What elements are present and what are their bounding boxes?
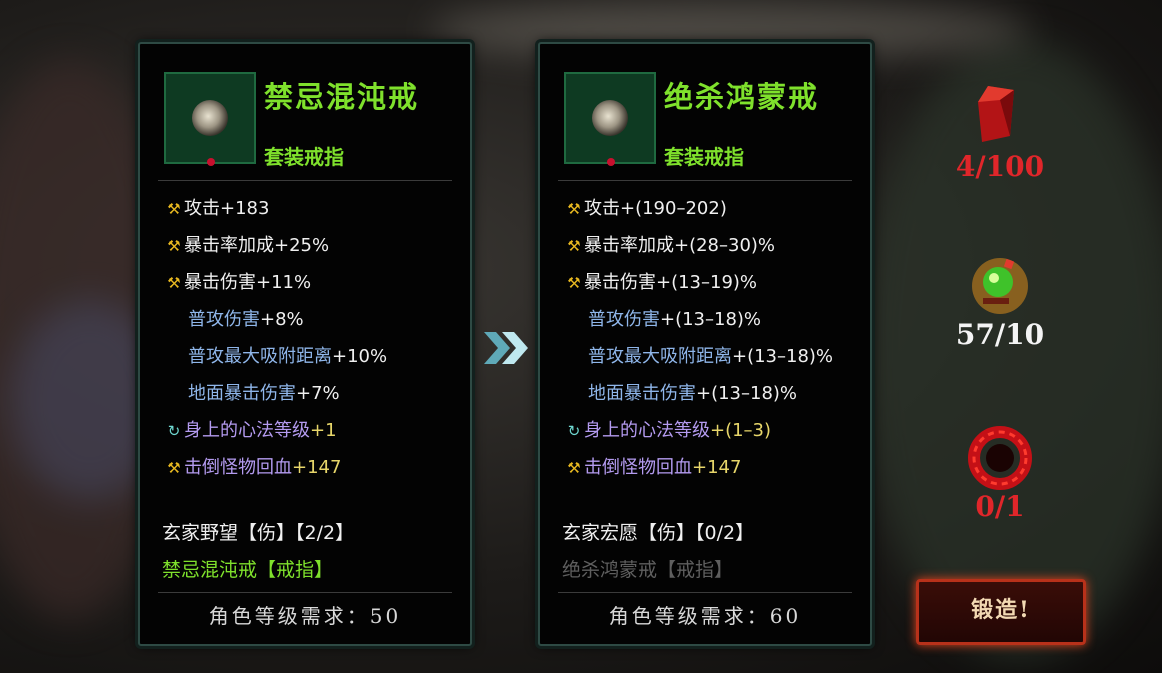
cycle-icon: ↻ — [167, 422, 181, 440]
stat-value: +10% — [332, 346, 388, 367]
green-orb-icon — [972, 258, 1028, 314]
ring-icon — [592, 100, 628, 136]
item-icon-slot — [164, 72, 256, 166]
stat-label: 身上的心法等级 — [584, 420, 710, 441]
stat-row: ⚒ 击倒怪物回血+147 — [564, 449, 833, 486]
stat-row: ⚒ 击倒怪物回血+147 — [164, 449, 387, 486]
stat-value: +(13–18)% — [696, 383, 798, 404]
divider — [558, 180, 852, 181]
stat-label: 普攻伤害 — [188, 309, 260, 330]
stat-list: ⚒ 攻击+(190–202) ⚒ 暴击率加成+(28–30)% ⚒ 暴击伤害+(13–19… — [564, 190, 833, 486]
stat-value: +(13–19)% — [656, 272, 758, 293]
stat-row: 普攻最大吸附距离+(13–18)% — [564, 338, 833, 375]
stat-label: 地面暴击伤害 — [188, 383, 296, 404]
stat-row: ⚒ 暴击伤害+11% — [164, 264, 387, 301]
stat-value: +147 — [692, 457, 742, 478]
red-ring-icon — [968, 426, 1032, 490]
stat-row: 普攻伤害+(13–18)% — [564, 301, 833, 338]
stat-label: 普攻最大吸附距离 — [588, 346, 732, 367]
set-item: 绝杀鸿蒙戒【戒指】 — [562, 559, 734, 581]
set-item: 禁忌混沌戒【戒指】 — [162, 559, 334, 581]
set-name: 玄家宏愿【伤】【0/2】 — [562, 522, 755, 544]
red-crystal-icon — [978, 86, 1014, 142]
stat-label: 普攻最大吸附距离 — [188, 346, 332, 367]
stat-list: ⚒ 攻击+183 ⚒ 暴击率加成+25% ⚒ 暴击伤害+11% 普攻伤害+8% 普攻最大吸附距… — [164, 190, 387, 486]
stat-row: ⚒ 攻击+183 — [164, 190, 387, 227]
item-type: 套装戒指 — [664, 145, 744, 169]
stat-value: +147 — [292, 457, 342, 478]
stat-label: 身上的心法等级 — [184, 420, 310, 441]
stat-row: ⚒ 暴击率加成+(28–30)% — [564, 227, 833, 264]
stat-row: ⚒ 攻击+(190–202) — [564, 190, 833, 227]
gem-icon — [207, 158, 215, 166]
stat-value: +183 — [220, 198, 270, 219]
stat-value: +(28–30)% — [674, 235, 776, 256]
hammer-icon: ⚒ — [567, 237, 581, 255]
material-count: 0/1 — [975, 490, 1025, 523]
stat-value: +(1–3) — [710, 420, 772, 441]
hammer-icon: ⚒ — [167, 237, 181, 255]
stat-label: 暴击率加成 — [584, 235, 674, 256]
stat-value: +25% — [274, 235, 330, 256]
material-count: 57/10 — [955, 318, 1045, 351]
stat-row: 地面暴击伤害+7% — [164, 375, 387, 412]
stat-label: 击倒怪物回血 — [184, 457, 292, 478]
stat-value: +8% — [260, 309, 304, 330]
stat-row: 地面暴击伤害+(13–18)% — [564, 375, 833, 412]
stat-value: +7% — [296, 383, 340, 404]
divider — [158, 180, 452, 181]
current-item-panel: 禁忌混沌戒 套装戒指 ⚒ 攻击+183 ⚒ 暴击率加成+25% ⚒ 暴击伤害+11% 普攻伤… — [138, 42, 472, 646]
hammer-icon: ⚒ — [567, 459, 581, 477]
stat-row: 普攻伤害+8% — [164, 301, 387, 338]
hammer-icon: ⚒ — [567, 274, 581, 292]
material-orb[interactable]: 57/10 — [930, 248, 1070, 351]
stat-row: 普攻最大吸附距离+10% — [164, 338, 387, 375]
stat-label: 击倒怪物回血 — [584, 457, 692, 478]
divider — [558, 592, 852, 593]
divider — [158, 592, 452, 593]
gem-icon — [607, 158, 615, 166]
stat-row: ⚒ 暴击率加成+25% — [164, 227, 387, 264]
item-name: 绝杀鸿蒙戒 — [664, 80, 820, 114]
level-requirement: 角色等级需求：50 — [208, 604, 402, 628]
upgraded-item-panel: 绝杀鸿蒙戒 套装戒指 ⚒ 攻击+(190–202) ⚒ 暴击率加成+(28–30)% ⚒… — [538, 42, 872, 646]
stat-value: +1 — [310, 420, 337, 441]
double-chevron-right-icon — [484, 332, 528, 364]
item-type: 套装戒指 — [264, 145, 344, 169]
stat-label: 暴击率加成 — [184, 235, 274, 256]
hammer-icon: ⚒ — [567, 200, 581, 218]
stat-label: 攻击 — [584, 198, 620, 219]
forge-button[interactable]: 锻造! — [916, 579, 1086, 645]
stat-label: 普攻伤害 — [588, 309, 660, 330]
hammer-icon: ⚒ — [167, 459, 181, 477]
cycle-icon: ↻ — [567, 422, 581, 440]
set-name: 玄家野望【伤】【2/2】 — [162, 522, 355, 544]
stat-value: +(13–18)% — [660, 309, 762, 330]
stat-row: ⚒ 暴击伤害+(13–19)% — [564, 264, 833, 301]
stat-label: 地面暴击伤害 — [588, 383, 696, 404]
stat-value: +(190–202) — [620, 198, 727, 219]
level-requirement: 角色等级需求：60 — [608, 604, 802, 628]
stat-row: ↻ 身上的心法等级+1 — [164, 412, 387, 449]
stat-value: +(13–18)% — [732, 346, 834, 367]
stat-label: 暴击伤害 — [184, 272, 256, 293]
hammer-icon: ⚒ — [167, 274, 181, 292]
stat-label: 暴击伤害 — [584, 272, 656, 293]
stat-label: 攻击 — [184, 198, 220, 219]
item-name: 禁忌混沌戒 — [264, 80, 420, 114]
material-count: 4/100 — [955, 150, 1045, 183]
hammer-icon: ⚒ — [167, 200, 181, 218]
stat-row: ↻ 身上的心法等级+(1–3) — [564, 412, 833, 449]
ring-icon — [192, 100, 228, 136]
material-ring[interactable]: 0/1 — [930, 420, 1070, 523]
item-icon-slot — [564, 72, 656, 166]
stat-value: +11% — [256, 272, 312, 293]
material-crystal[interactable]: 4/100 — [930, 80, 1070, 183]
